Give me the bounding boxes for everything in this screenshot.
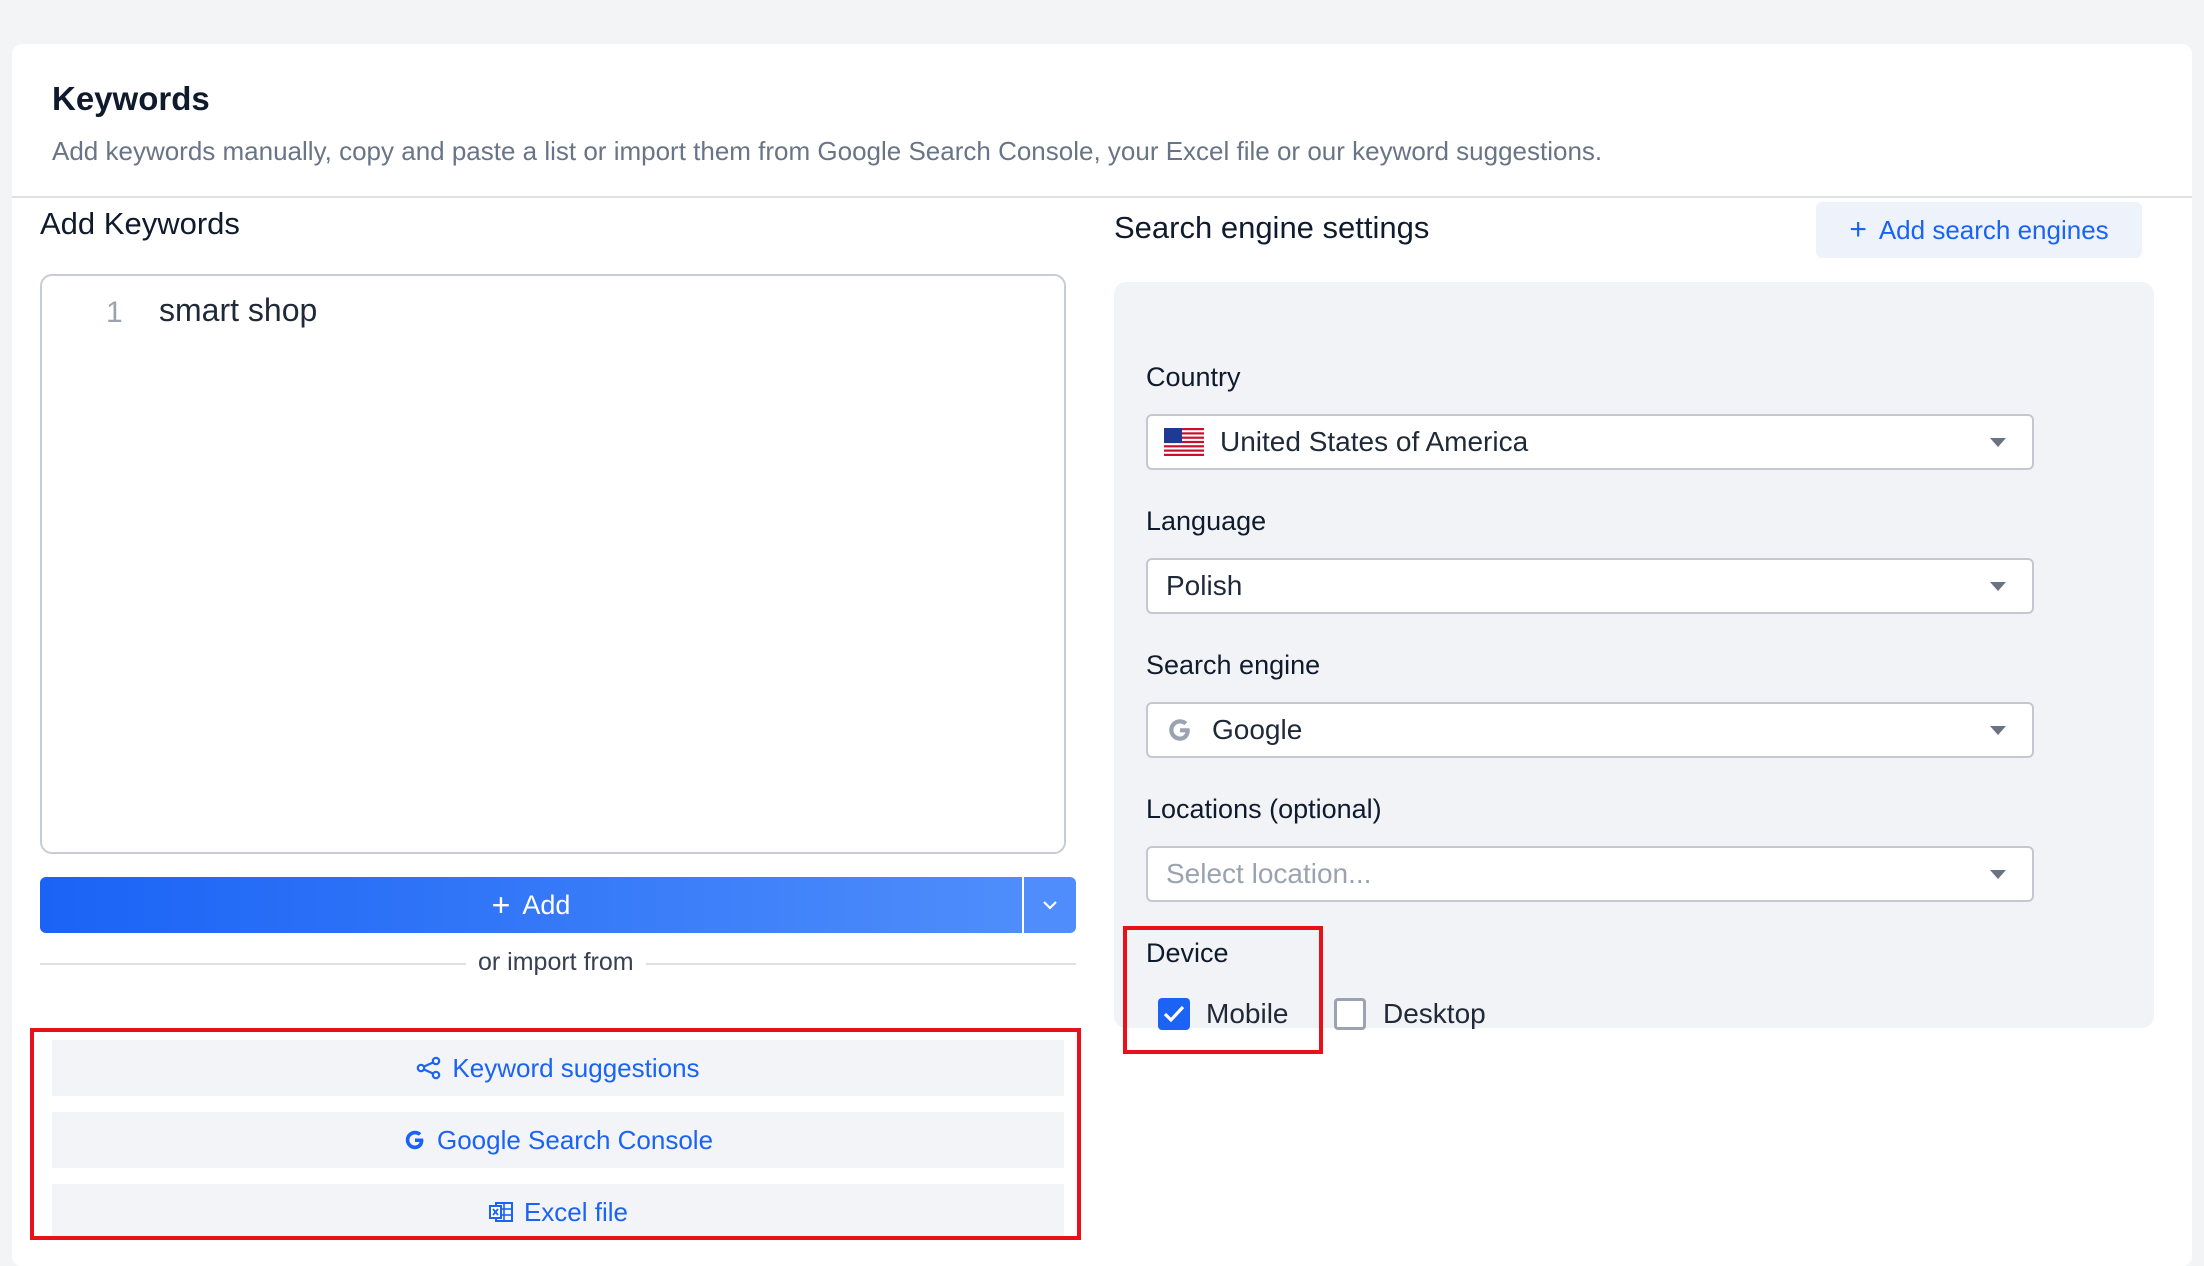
device-highlight — [1123, 926, 1323, 1054]
locations-label: Locations (optional) — [1146, 794, 1382, 824]
search-engine-value: Google — [1212, 714, 1303, 745]
language-select[interactable]: Polish — [1146, 558, 2034, 614]
caret-down-icon — [1990, 870, 2006, 879]
search-engine-select[interactable]: Google — [1146, 702, 2034, 758]
caret-down-icon — [1990, 438, 2006, 447]
country-value: United States of America — [1220, 426, 1529, 457]
language-value: Polish — [1166, 570, 1243, 601]
locations-placeholder: Select location... — [1166, 858, 1372, 889]
add-keywords-title: Add Keywords — [40, 206, 240, 241]
google-g-icon — [1169, 719, 1190, 741]
desktop-checkbox[interactable] — [1334, 998, 1366, 1030]
chevron-down-icon — [1043, 901, 1057, 910]
keyword-line[interactable]: smart shop — [159, 292, 317, 329]
country-select[interactable]: United States of America — [1146, 414, 2034, 470]
language-label: Language — [1146, 506, 1267, 536]
add-search-engines-label: Add search engines — [1878, 214, 2109, 245]
search-engine-settings-title: Search engine settings — [1114, 210, 1430, 245]
us-flag-icon — [1164, 428, 1204, 456]
add-button[interactable]: + Add — [40, 877, 1022, 933]
add-options-dropdown-button[interactable] — [1024, 877, 1076, 933]
search-engine-label: Search engine — [1146, 650, 1321, 680]
import-options-highlight — [30, 1028, 1081, 1240]
page-title: Keywords — [52, 80, 210, 117]
card-header: Keywords Add keywords manually, copy and… — [12, 44, 2192, 198]
add-search-engines-button[interactable]: + Add search engines — [1816, 202, 2142, 258]
caret-down-icon — [1990, 726, 2006, 735]
plus-icon: + — [1849, 213, 1867, 246]
import-divider-text: or import from — [466, 948, 646, 977]
country-label: Country — [1146, 362, 1241, 392]
add-button-label: Add — [522, 889, 571, 920]
line-number: 1 — [106, 296, 123, 329]
caret-down-icon — [1990, 582, 2006, 591]
locations-select[interactable]: Select location... — [1146, 846, 2034, 902]
keywords-editor[interactable]: 1 smart shop — [40, 274, 1066, 854]
desktop-label[interactable]: Desktop — [1383, 998, 1486, 1030]
page-subtitle: Add keywords manually, copy and paste a … — [52, 136, 1603, 166]
plus-icon: + — [491, 887, 511, 923]
